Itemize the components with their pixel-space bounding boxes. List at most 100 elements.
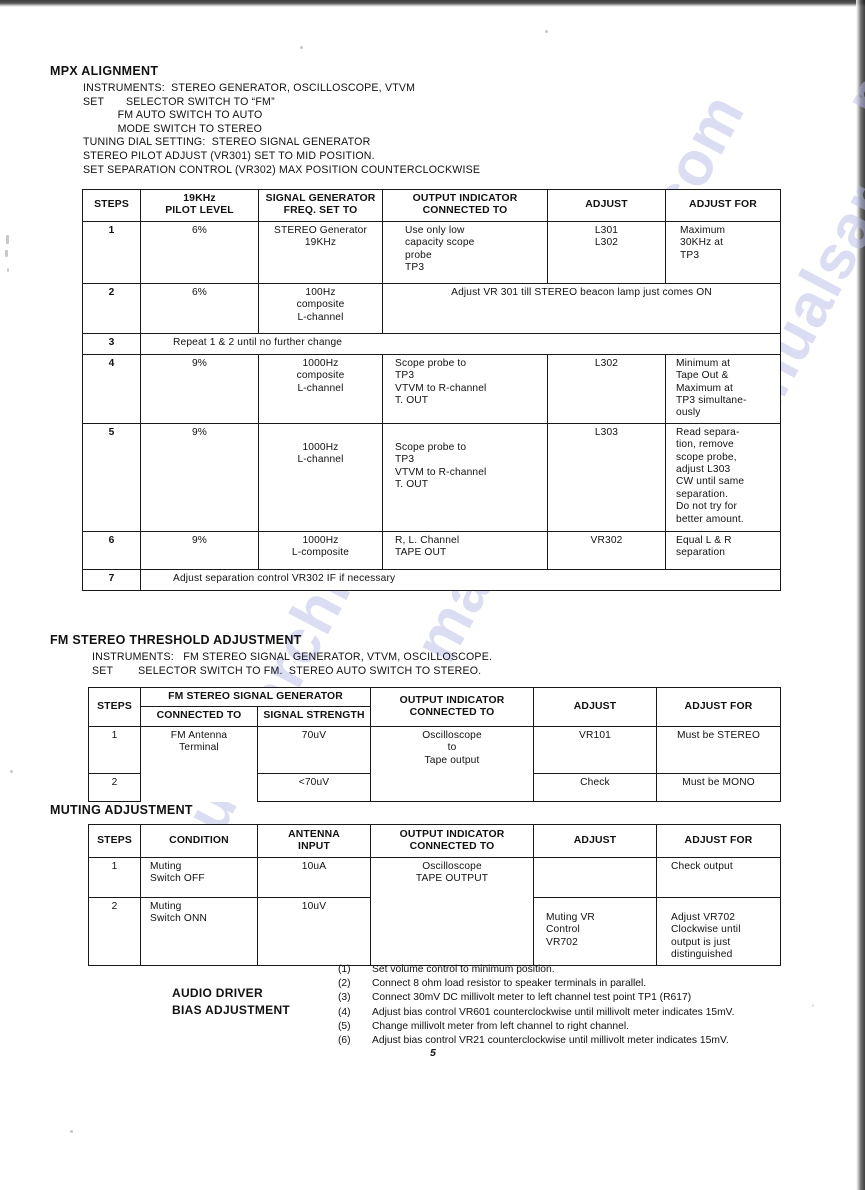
bias-step-number: (1) bbox=[338, 964, 351, 975]
list-item: (1) Set volume control to minimum positi… bbox=[338, 963, 808, 977]
cell-step: 1 bbox=[82, 220, 141, 284]
col-pilot-level: 19KHz PILOT LEVEL bbox=[140, 189, 259, 222]
cell-adjust-for: Must be STEREO bbox=[656, 725, 781, 774]
cell-span-note: Adjust VR 301 till STEREO beacon lamp ju… bbox=[382, 282, 781, 334]
fm-threshold-preamble: INSTRUMENTS: FM STEREO SIGNAL GENERATOR,… bbox=[92, 651, 493, 677]
cell-step: 3 bbox=[82, 332, 141, 355]
cell-step: 2 bbox=[88, 772, 141, 802]
table-row: 3 Repeat 1 & 2 until no further change bbox=[82, 332, 781, 355]
cell-adjust: Check bbox=[533, 772, 657, 802]
bias-step-text: Connect 30mV DC millivolt meter to left … bbox=[372, 992, 692, 1004]
col-steps: STEPS bbox=[88, 824, 141, 858]
cell-pilot: 9% bbox=[140, 353, 259, 424]
col-output-indicator: OUTPUT INDICATOR CONNECTED TO bbox=[370, 687, 534, 727]
col-adjust: ADJUST bbox=[533, 824, 657, 858]
table-row: 7 Adjust separation control VR302 IF if … bbox=[82, 568, 781, 591]
cell-siggen: STEREO Generator 19KHz bbox=[258, 220, 383, 284]
cell-full-note: Adjust separation control VR302 IF if ne… bbox=[140, 568, 781, 591]
cell-step: 2 bbox=[88, 897, 141, 966]
cell-siggen: 100Hz composite L-channel bbox=[258, 282, 383, 334]
col-adjust-for: ADJUST FOR bbox=[656, 687, 781, 727]
cell-siggen: 1000Hz L-composite bbox=[258, 530, 383, 570]
cell-condition: Muting Switch OFF bbox=[140, 857, 258, 898]
stray-mark: ‘ bbox=[812, 1003, 814, 1013]
col-antenna-input: ANTENNA INPUT bbox=[257, 824, 371, 858]
table-row: 1 FM Antenna Terminal 70uV Oscilloscope … bbox=[88, 725, 781, 802]
section-title-muting: MUTING ADJUSTMENT bbox=[50, 803, 193, 817]
cell-antenna: 10uA bbox=[257, 857, 371, 898]
table-row: 2 6% 100Hz composite L-channel Adjust VR… bbox=[82, 282, 781, 334]
bias-label: AUDIO DRIVER BIAS ADJUSTMENT bbox=[172, 985, 290, 1019]
cell-output: Oscilloscope to Tape output bbox=[370, 725, 534, 802]
col-signal-generator: SIGNAL GENERATOR FREQ. SET TO bbox=[258, 189, 383, 222]
cell-adjust: Muting VR Control VR702 bbox=[533, 897, 657, 966]
cell-step: 1 bbox=[88, 857, 141, 898]
cell-step: 6 bbox=[82, 530, 141, 570]
bias-step-text: Adjust bias control VR21 counterclockwis… bbox=[372, 1035, 729, 1047]
cell-adjust: L303 bbox=[547, 422, 666, 532]
cell-pilot: 9% bbox=[140, 530, 259, 570]
cell-adjust-for: Equal L & R separation bbox=[665, 530, 781, 570]
cell-step: 4 bbox=[82, 353, 141, 424]
table-row: 6 9% 1000Hz L-composite R, L. Channel TA… bbox=[82, 530, 781, 570]
cell-output: Scope probe to TP3 VTVM to R-channel T. … bbox=[382, 353, 548, 424]
table-header-row: STEPS 19KHz PILOT LEVEL SIGNAL GENERATOR… bbox=[82, 189, 781, 222]
cell-output: R, L. Channel TAPE OUT bbox=[382, 530, 548, 570]
cell-adjust bbox=[533, 857, 657, 898]
list-item: (4) Adjust bias control VR601 counterclo… bbox=[338, 1006, 808, 1020]
cell-step: 1 bbox=[88, 725, 141, 774]
cell-adjust: VR101 bbox=[533, 725, 657, 774]
cell-pilot: 6% bbox=[140, 220, 259, 284]
bias-step-text: Connect 8 ohm load resistor to speaker t… bbox=[372, 978, 647, 990]
table-row: 4 9% 1000Hz composite L-channel Scope pr… bbox=[82, 353, 781, 424]
table-row: 5 9% 1000Hz L-channel Scope probe to TP3… bbox=[82, 422, 781, 532]
cell-output: Scope probe to TP3 VTVM to R-channel T. … bbox=[382, 422, 548, 532]
cell-adjust-for: Adjust VR702 Clockwise until output is j… bbox=[656, 897, 781, 966]
table-row: 1 Muting Switch OFF 10uA Oscilloscope TA… bbox=[88, 857, 781, 966]
table-header-row: STEPS FM STEREO SIGNAL GENERATOR OUTPUT … bbox=[88, 686, 781, 727]
cell-pilot: 9% bbox=[140, 422, 259, 532]
col-signal-strength: SIGNAL STRENGTH bbox=[257, 706, 371, 727]
cell-adjust-for: Minimum at Tape Out & Maximum at TP3 sim… bbox=[665, 353, 781, 424]
bias-step-text: Adjust bias control VR601 counterclockwi… bbox=[372, 1006, 735, 1018]
cell-output: Oscilloscope TAPE OUTPUT bbox=[370, 857, 534, 966]
cell-step: 7 bbox=[82, 568, 141, 591]
cell-siggen: 1000Hz L-channel bbox=[258, 422, 383, 532]
bias-step-number: (2) bbox=[338, 978, 351, 990]
cell-pilot: 6% bbox=[140, 282, 259, 334]
cell-signal-strength: <70uV bbox=[257, 772, 371, 802]
col-connected-to: CONNECTED TO bbox=[140, 706, 258, 727]
section-title-mpx: MPX ALIGNMENT bbox=[50, 64, 159, 78]
list-item: (2) Connect 8 ohm load resistor to speak… bbox=[338, 977, 808, 991]
cell-adjust-for: Must be MONO bbox=[656, 772, 781, 802]
col-adjust-for: ADJUST FOR bbox=[656, 824, 781, 858]
col-adjust: ADJUST bbox=[533, 687, 657, 727]
cell-adjust: L302 bbox=[547, 353, 666, 424]
cell-condition: Muting Switch ONN bbox=[140, 897, 258, 966]
bias-step-number: (4) bbox=[338, 1006, 351, 1018]
cell-full-note: Repeat 1 & 2 until no further change bbox=[140, 332, 781, 355]
cell-adjust-for: Check output bbox=[656, 857, 781, 898]
cell-adjust: L301 L302 bbox=[547, 220, 666, 284]
cell-signal-strength: 70uV bbox=[257, 725, 371, 774]
section-title-fm-threshold: FM STEREO THRESHOLD ADJUSTMENT bbox=[50, 633, 302, 647]
col-group-fm-stereo-signal-generator: FM STEREO SIGNAL GENERATOR bbox=[140, 686, 371, 707]
cell-adjust-for: Read separa- tion, remove scope probe, a… bbox=[665, 422, 781, 532]
col-condition: CONDITION bbox=[140, 824, 258, 858]
cell-siggen: 1000Hz composite L-channel bbox=[258, 353, 383, 424]
bias-step-number: (6) bbox=[338, 1035, 351, 1047]
bias-step-text: Change millivolt meter from left channel… bbox=[372, 1020, 629, 1032]
fm-threshold-table: STEPS FM STEREO SIGNAL GENERATOR OUTPUT … bbox=[88, 686, 781, 802]
mpx-alignment-table: STEPS 19KHz PILOT LEVEL SIGNAL GENERATOR… bbox=[82, 189, 781, 591]
col-output-indicator: OUTPUT INDICATOR CONNECTED TO bbox=[370, 824, 534, 858]
cell-output: Use only low capacity scope probe TP3 bbox=[382, 220, 548, 284]
col-steps: STEPS bbox=[88, 687, 141, 727]
list-item: (5) Change millivolt meter from left cha… bbox=[338, 1020, 808, 1034]
col-steps: STEPS bbox=[82, 189, 141, 222]
page-number: 5 bbox=[430, 1047, 436, 1059]
bias-label-line2: BIAS ADJUSTMENT bbox=[172, 1003, 291, 1017]
document-page: MPX ALIGNMENT INSTRUMENTS: STEREO GENERA… bbox=[0, 0, 865, 1190]
cell-adjust: VR302 bbox=[547, 530, 666, 570]
cell-antenna: 10uV bbox=[257, 897, 371, 966]
list-item: (6) Adjust bias control VR21 countercloc… bbox=[338, 1034, 808, 1048]
